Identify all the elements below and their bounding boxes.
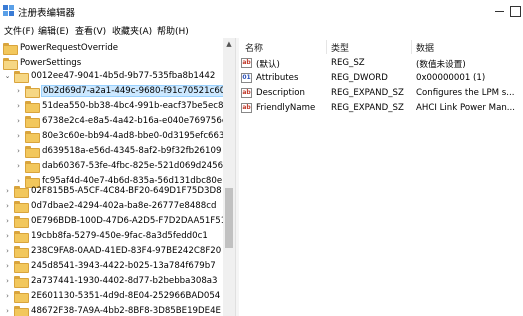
- tree-item[interactable]: › d639518a-e56d-4345-8af2-b9f32fb26109: [14, 143, 221, 158]
- folder-icon: [14, 185, 29, 198]
- folder-icon: [25, 130, 40, 143]
- maximize-button[interactable]: [508, 2, 523, 20]
- chevron-down-icon[interactable]: ⌄: [3, 72, 12, 80]
- folder-icon: [14, 230, 29, 243]
- folder-icon: [14, 305, 29, 316]
- folder-icon: [14, 260, 29, 273]
- scroll-up-icon[interactable]: ▲: [223, 38, 235, 50]
- window-title: 注册表编辑器: [18, 8, 76, 19]
- tree-item[interactable]: › dab60367-53fe-4fbc-825e-521d069d2456: [14, 158, 223, 173]
- value-row[interactable]: 01 Attributes REG_DWORD 0x00000001 (1): [239, 71, 523, 86]
- chevron-right-icon[interactable]: ›: [14, 132, 23, 140]
- chevron-right-icon[interactable]: ›: [14, 102, 23, 110]
- value-name: (默认): [256, 60, 280, 70]
- column-header-name[interactable]: 名称: [245, 41, 263, 54]
- value-data: 0x00000001 (1): [416, 73, 486, 83]
- value-type: REG_EXPAND_SZ: [331, 103, 404, 113]
- scrollbar-thumb[interactable]: [225, 188, 233, 248]
- chevron-right-icon[interactable]: ›: [3, 307, 12, 315]
- chevron-right-icon[interactable]: ›: [3, 187, 12, 195]
- value-data: (数值未设置): [416, 60, 466, 70]
- value-name: Description: [256, 88, 305, 98]
- chevron-right-icon[interactable]: ›: [3, 277, 12, 285]
- registry-tree: PowerRequestOverride PowerSettings ⌄ 001…: [0, 38, 235, 316]
- chevron-right-icon[interactable]: ›: [3, 262, 12, 270]
- chevron-right-icon[interactable]: ›: [3, 292, 12, 300]
- column-divider[interactable]: [326, 40, 327, 54]
- folder-icon: [25, 145, 40, 158]
- folder-open-icon: [25, 85, 40, 98]
- menu-help[interactable]: 帮助(H): [157, 24, 189, 37]
- value-data: AHCI Link Power Man...: [416, 103, 515, 113]
- folder-icon: [3, 42, 18, 55]
- value-row[interactable]: ab FriendlyName REG_EXPAND_SZ AHCI Link …: [239, 101, 523, 116]
- chevron-right-icon[interactable]: ›: [3, 232, 12, 240]
- string-value-icon: ab: [241, 58, 252, 68]
- chevron-right-icon[interactable]: ›: [14, 117, 23, 125]
- menu-favorites[interactable]: 收藏夹(A): [112, 24, 152, 37]
- column-divider[interactable]: [411, 40, 412, 54]
- value-name: FriendlyName: [256, 103, 316, 113]
- chevron-right-icon[interactable]: ›: [3, 202, 12, 210]
- folder-icon: [14, 215, 29, 228]
- tree-item[interactable]: › 6738e2c4-e8a5-4a42-b16a-e040e769756e: [14, 113, 227, 128]
- tree-item[interactable]: › 19cbb8fa-5279-450e-9fac-8a3d5fedd0c1: [3, 228, 208, 243]
- value-type: REG_DWORD: [331, 73, 388, 83]
- tree-item-selected[interactable]: › 0b2d69d7-a2a1-449c-9680-f91c70521c60: [14, 83, 228, 98]
- menu-edit[interactable]: 编辑(E): [38, 24, 69, 37]
- tree-item[interactable]: › 51dea550-bb38-4bc4-991b-eacf37be5ec8: [14, 98, 224, 113]
- folder-icon: [14, 290, 29, 303]
- registry-editor-icon: [3, 5, 14, 16]
- tree-item[interactable]: › 238C9FA8-0AAD-41ED-83F4-97BE242C8F20: [3, 243, 221, 258]
- tree-scrollbar[interactable]: ▲: [223, 38, 235, 316]
- tree-item[interactable]: › 0E796BDB-100D-47D6-A2D5-F7D2DAA51F51: [3, 213, 226, 228]
- chevron-right-icon[interactable]: ›: [14, 162, 23, 170]
- string-value-icon: ab: [241, 88, 252, 98]
- folder-open-icon: [14, 70, 29, 83]
- value-type: REG_EXPAND_SZ: [331, 88, 404, 98]
- tree-item[interactable]: PowerRequestOverride: [3, 40, 118, 55]
- tree-item[interactable]: › 245d8541-3943-4422-b025-13a784f679b7: [3, 258, 216, 273]
- value-type: REG_SZ: [331, 58, 365, 68]
- tree-item[interactable]: › 2E601130-5351-4d9d-8E04-252966BAD054: [3, 288, 220, 303]
- chevron-right-icon[interactable]: ›: [14, 147, 23, 155]
- tree-item[interactable]: › 02F815B5-A5CF-4C84-BF20-649D1F75D3D8: [3, 183, 222, 198]
- folder-icon: [25, 100, 40, 113]
- menu-file[interactable]: 文件(F): [4, 24, 34, 37]
- title-bar: 注册表编辑器: [0, 0, 523, 22]
- menu-view[interactable]: 查看(V): [75, 24, 106, 37]
- folder-icon: [14, 275, 29, 288]
- column-header-data[interactable]: 数据: [416, 41, 434, 54]
- values-list: 名称 类型 数据 ab (默认) REG_SZ (数值未设置) 01 Attri…: [239, 38, 523, 316]
- chevron-right-icon[interactable]: ›: [3, 247, 12, 255]
- string-value-icon: ab: [241, 103, 252, 113]
- folder-icon: [25, 115, 40, 128]
- menu-bar: 文件(F) 编辑(E) 查看(V) 收藏夹(A) 帮助(H): [0, 22, 523, 38]
- tree-item[interactable]: › 2a737441-1930-4402-8d77-b2bebba308a3: [3, 273, 218, 288]
- tree-item[interactable]: › 80e3c60e-bb94-4ad8-bbe0-0d3195efc663: [14, 128, 224, 143]
- folder-open-icon: [3, 57, 18, 70]
- binary-value-icon: 01: [241, 73, 252, 83]
- column-header-type[interactable]: 类型: [331, 41, 349, 54]
- chevron-right-icon[interactable]: ›: [14, 87, 23, 95]
- tree-item[interactable]: › 0d7dbae2-4294-402a-ba8e-26777e8488cd: [3, 198, 216, 213]
- value-row[interactable]: ab Description REG_EXPAND_SZ Configures …: [239, 86, 523, 101]
- chevron-right-icon[interactable]: ›: [3, 217, 12, 225]
- folder-icon: [14, 200, 29, 213]
- folder-icon: [25, 160, 40, 173]
- folder-icon: [14, 245, 29, 258]
- tree-item[interactable]: › 48672F38-7A9A-4bb2-8BF8-3D85BE19DE4E: [3, 303, 221, 316]
- value-data: Configures the LPM s...: [416, 88, 515, 98]
- value-name: Attributes: [256, 73, 299, 83]
- value-row[interactable]: ab (默认) REG_SZ (数值未设置): [239, 56, 523, 71]
- tree-item-expanded[interactable]: ⌄ 0012ee47-9041-4b5d-9b77-535fba8b1442: [3, 68, 215, 83]
